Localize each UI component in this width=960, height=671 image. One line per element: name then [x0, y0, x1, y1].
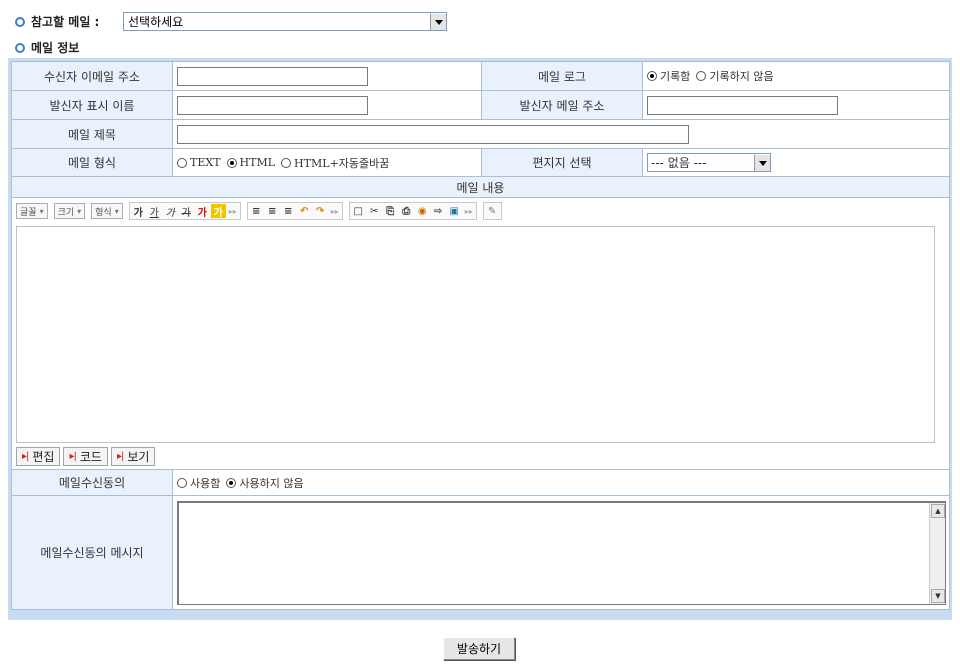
redo-icon[interactable]: ↷	[313, 204, 328, 218]
consent-msg-textarea[interactable]: ▲ ▼	[177, 500, 946, 605]
ref-mail-label: 참고할 메일 :	[31, 15, 100, 29]
tab-edit[interactable]: ▸| 편집	[16, 447, 61, 466]
bullet-icon	[15, 16, 25, 27]
align-group: ≡ ≡ ≡ ↶ ↷ ▸▸	[246, 202, 343, 220]
radio-off-icon[interactable]	[696, 71, 707, 81]
tools-group: ✎	[482, 202, 502, 220]
more-icon[interactable]: ▸▸	[227, 204, 239, 218]
tab-view[interactable]: ▸| 보기	[110, 447, 156, 466]
cut-icon[interactable]: ✂	[367, 204, 382, 218]
format-combo[interactable]: 형식	[91, 203, 123, 219]
mail-info-heading: 메일 정보	[15, 39, 79, 56]
scroll-up-icon[interactable]: ▲	[931, 503, 945, 518]
editor-mode-tabs: ▸| 편집 ▸| 코드 ▸| 보기	[12, 443, 949, 469]
undo-icon[interactable]: ↶	[297, 204, 312, 218]
bold-icon[interactable]: 가	[131, 204, 146, 219]
sender-email-label: 발신자 메일 주소	[481, 90, 643, 120]
ref-mail-select[interactable]: 선택하세요	[123, 12, 447, 31]
editor-content-area[interactable]	[16, 226, 935, 443]
tools-icon[interactable]: ✎	[485, 204, 500, 218]
format-radio-group: TEXT HTML HTML+자동줄바꿈	[177, 155, 481, 171]
radio-off-icon[interactable]	[281, 157, 292, 168]
highlight-icon[interactable]: 가	[210, 204, 226, 219]
align-center-icon[interactable]: ≡	[265, 204, 280, 218]
preview-icon[interactable]: ◉	[415, 204, 430, 218]
recipient-label: 수신자 이메일 주소	[11, 61, 173, 91]
subject-input[interactable]	[177, 124, 689, 144]
play-icon: ▸|	[116, 451, 124, 462]
mail-form-table: 수신자 이메일 주소 메일 로그 기록함 기록하지 않음 발신자 표시 이름 발…	[11, 61, 950, 610]
align-right-icon[interactable]: ≡	[281, 204, 296, 218]
format-radio-html[interactable]: HTML	[226, 156, 275, 169]
play-icon: ▸|	[69, 451, 76, 462]
radio-off-icon[interactable]	[177, 157, 187, 168]
recipient-input[interactable]	[177, 66, 368, 86]
consent-radio-nouse[interactable]: 사용하지 않음	[226, 475, 304, 491]
mail-info-label: 메일 정보	[31, 41, 80, 55]
underline-icon[interactable]: 가	[147, 204, 162, 219]
strike-icon[interactable]: 가	[179, 204, 194, 219]
editor-cell: 글꼴 크기 형식 가 가 가 가 가 가 ▸▸ ≡ ≡	[11, 197, 950, 470]
size-combo[interactable]: 크기	[53, 203, 86, 219]
radio-on-icon[interactable]	[647, 71, 657, 81]
align-left-icon[interactable]: ≡	[249, 204, 264, 218]
consent-msg-label: 메일수신동의 메시지	[11, 495, 173, 610]
more-icon[interactable]: ▸▸	[329, 204, 341, 218]
radio-on-icon[interactable]	[226, 477, 237, 488]
play-icon: ▸|	[22, 451, 29, 462]
more-icon[interactable]: ▸▸	[463, 204, 475, 218]
chevron-down-icon[interactable]	[754, 154, 770, 171]
consent-radio-use[interactable]: 사용함	[177, 475, 220, 491]
log-radio-group: 기록함 기록하지 않음	[647, 68, 949, 84]
paste-icon[interactable]: ⎙	[399, 204, 414, 218]
sender-email-input[interactable]	[647, 95, 838, 115]
subject-label: 메일 제목	[11, 119, 173, 149]
send-button[interactable]: 발송하기	[443, 637, 515, 660]
chevron-down-icon[interactable]	[430, 13, 446, 30]
sender-name-label: 발신자 표시 이름	[11, 90, 173, 120]
stationery-selected: --- 없음 ---	[651, 156, 707, 170]
copy-icon[interactable]: ⎘	[383, 204, 398, 218]
radio-off-icon[interactable]	[177, 477, 187, 488]
format-label: 메일 형식	[11, 148, 173, 177]
insert-group: □ ✂ ⎘ ⎙ ◉ ⇨ ▣ ▸▸	[348, 202, 477, 220]
ref-mail-heading: 참고할 메일 :	[15, 13, 99, 30]
image-icon[interactable]: ▣	[447, 204, 462, 218]
scroll-down-icon[interactable]: ▼	[931, 588, 945, 603]
stationery-select[interactable]: --- 없음 ---	[647, 153, 771, 172]
new-doc-icon[interactable]: □	[351, 204, 366, 218]
consent-label: 메일수신동의	[11, 469, 173, 496]
editor-select-label: 편지지 선택	[481, 148, 643, 177]
sender-name-input[interactable]	[177, 95, 368, 115]
radio-on-icon[interactable]	[226, 157, 237, 168]
editor-toolbar: 글꼴 크기 형식 가 가 가 가 가 가 ▸▸ ≡ ≡	[12, 198, 949, 224]
format-radio-html-wrap[interactable]: HTML+자동줄바꿈	[281, 155, 389, 171]
font-combo[interactable]: 글꼴	[16, 203, 48, 219]
link-icon[interactable]: ⇨	[431, 204, 446, 218]
log-radio-norecord[interactable]: 기록하지 않음	[696, 68, 774, 84]
italic-icon[interactable]: 가	[163, 204, 178, 219]
log-radio-record[interactable]: 기록함	[647, 68, 690, 84]
bullet-icon	[15, 42, 25, 53]
tab-code[interactable]: ▸| 코드	[63, 447, 108, 466]
text-style-group: 가 가 가 가 가 가 ▸▸	[128, 202, 241, 220]
consent-radio-group: 사용함 사용하지 않음	[177, 475, 949, 491]
format-radio-text[interactable]: TEXT	[177, 156, 221, 169]
ref-mail-selected: 선택하세요	[128, 15, 184, 29]
log-label: 메일 로그	[481, 61, 643, 91]
content-label: 메일 내용	[11, 176, 950, 198]
scrollbar[interactable]: ▲ ▼	[929, 502, 945, 604]
font-color-icon[interactable]: 가	[195, 204, 210, 219]
mail-form-frame: 수신자 이메일 주소 메일 로그 기록함 기록하지 않음 발신자 표시 이름 발…	[8, 58, 952, 620]
